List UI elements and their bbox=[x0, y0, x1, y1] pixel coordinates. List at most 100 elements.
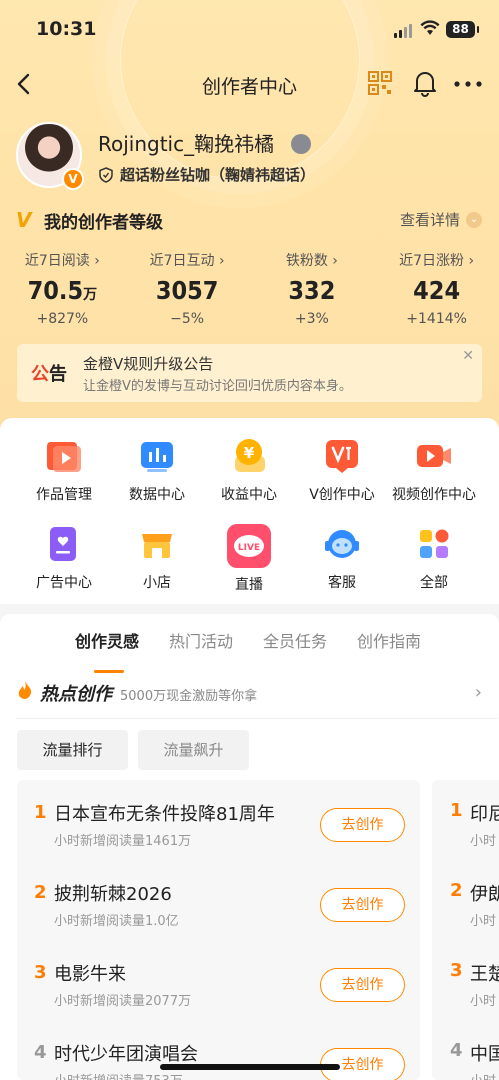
profile-section: V Rojingtic_鞠挽祎橘 超话粉丝钻咖（鞠婧祎超话） bbox=[16, 122, 486, 192]
battery-icon: 88 bbox=[446, 21, 479, 38]
stat-change: −5% bbox=[170, 311, 205, 327]
announcement-tag: 公告 bbox=[31, 364, 67, 385]
stat-new-fans[interactable]: 近7日涨粉 › 424 +1414% bbox=[374, 250, 499, 330]
bar-chart-icon bbox=[137, 436, 177, 476]
tool-label: V创作中心 bbox=[309, 487, 375, 503]
chip-traffic-surge[interactable]: 流量飙升 bbox=[138, 730, 249, 770]
more-icon[interactable] bbox=[452, 72, 484, 96]
topic-title: 披荆斩棘2026 bbox=[54, 884, 172, 905]
user-level-badge-icon bbox=[291, 134, 311, 154]
rank-number: 2 bbox=[450, 880, 463, 901]
topic-title: 电影牛来 bbox=[54, 964, 126, 985]
tools-grid: 作品管理 数据中心 ¥ 收益中心 V创作中心 视频创作中心 广告中心 小店 LI… bbox=[0, 418, 499, 604]
tool-shop[interactable]: 小店 bbox=[107, 524, 207, 592]
tab-hot-events[interactable]: 热门活动 bbox=[169, 628, 233, 652]
tab-indicator bbox=[94, 670, 124, 673]
tool-label: 作品管理 bbox=[36, 487, 92, 503]
hot-creation-subtitle: 5000万现金激励等你拿 bbox=[120, 689, 258, 704]
fire-icon bbox=[18, 681, 32, 699]
tool-live[interactable]: LIVE 直播 bbox=[199, 524, 299, 594]
topic-title: 印尼 bbox=[470, 804, 499, 825]
topic-title: 王楚 bbox=[470, 964, 499, 985]
view-details-label: 查看详情 bbox=[399, 211, 460, 229]
stat-change: +827% bbox=[36, 311, 89, 327]
chip-traffic-ranking[interactable]: 流量排行 bbox=[17, 730, 128, 770]
ranking-list: 1 日本宣布无条件投降81周年 小时新增阅读量1461万 去创作 2 披荆斩棘2… bbox=[17, 780, 420, 1080]
stat-label: 铁粉数 › bbox=[285, 253, 338, 269]
shop-icon bbox=[137, 524, 177, 564]
stat-change: +1414% bbox=[406, 311, 467, 327]
tab-creator-guide[interactable]: 创作指南 bbox=[357, 628, 421, 652]
list-item[interactable]: 3 电影牛来 小时新增阅读量2077万 去创作 bbox=[17, 948, 420, 1018]
stat-reads[interactable]: 近7日阅读 › 70.5万 +827% bbox=[0, 250, 125, 330]
list-item[interactable]: 2 披荆斩棘2026 小时新增阅读量1.0亿 去创作 bbox=[17, 868, 420, 938]
tool-video-creator-center[interactable]: 视频创作中心 bbox=[384, 436, 484, 504]
go-create-button[interactable]: 去创作 bbox=[320, 888, 405, 922]
hot-creation-title: 热点创作 bbox=[40, 684, 112, 705]
bell-icon[interactable] bbox=[412, 69, 438, 97]
ranking-list-next: 1 印尼 小时 2 伊朗 小时 3 王楚 小时 4 中国 小时 bbox=[432, 780, 499, 1080]
shield-icon bbox=[99, 166, 113, 183]
chevron-down-icon: ⌄ bbox=[466, 211, 482, 228]
topic-title: 时代少年团演唱会 bbox=[54, 1044, 198, 1065]
status-bar: 10:31 88 bbox=[0, 0, 499, 60]
ad-icon bbox=[44, 524, 84, 564]
stat-iron-fans[interactable]: 铁粉数 › 332 +3% bbox=[250, 250, 375, 330]
topic-stat: 小时 bbox=[470, 834, 497, 849]
announcement-title: 金橙V规则升级公告 bbox=[83, 355, 214, 373]
tool-label: 小店 bbox=[143, 575, 171, 591]
stat-value: 424 bbox=[413, 276, 461, 305]
signal-icon bbox=[394, 24, 412, 38]
topic-stat: 小时 bbox=[470, 914, 497, 929]
live-icon: LIVE bbox=[227, 524, 271, 568]
stat-interactions[interactable]: 近7日互动 › 3057 −5% bbox=[125, 250, 250, 330]
username[interactable]: Rojingtic_鞠挽祎橘 bbox=[98, 128, 274, 157]
coin-icon: ¥ bbox=[229, 436, 269, 476]
tool-label: 客服 bbox=[328, 575, 356, 591]
rank-number: 4 bbox=[450, 1040, 463, 1061]
tool-works-management[interactable]: 作品管理 bbox=[14, 436, 114, 504]
svg-text:LIVE: LIVE bbox=[238, 543, 260, 553]
list-item[interactable]: 1 日本宣布无条件投降81周年 小时新增阅读量1461万 去创作 bbox=[17, 788, 420, 858]
tool-all[interactable]: 全部 bbox=[384, 524, 484, 592]
fan-badge[interactable]: 超话粉丝钻咖（鞠婧祎超话） bbox=[98, 164, 315, 185]
list-item[interactable]: 4 时代少年团演唱会 小时新增阅读量753万 去创作 bbox=[17, 1028, 420, 1080]
stat-label: 近7日阅读 › bbox=[24, 253, 100, 269]
tool-customer-service[interactable]: 客服 bbox=[292, 524, 392, 592]
stat-value: 70.5万 bbox=[27, 276, 98, 305]
status-time: 10:31 bbox=[36, 18, 97, 40]
tool-revenue-center[interactable]: ¥ 收益中心 bbox=[199, 436, 299, 504]
v-create-icon bbox=[322, 436, 362, 476]
wifi-icon bbox=[420, 20, 440, 35]
svg-text:¥: ¥ bbox=[244, 444, 255, 462]
go-create-button[interactable]: 去创作 bbox=[320, 808, 405, 842]
tool-label: 广告中心 bbox=[36, 575, 92, 591]
tab-all-tasks[interactable]: 全员任务 bbox=[263, 628, 327, 652]
announcement-banner[interactable]: 公告 金橙V规则升级公告 让金橙V的发博与互动讨论回归优质内容本身。 ✕ bbox=[17, 344, 482, 402]
rank-number: 3 bbox=[450, 960, 463, 981]
topic-stat: 小时新增阅读量753万 bbox=[54, 1070, 183, 1080]
go-create-button[interactable]: 去创作 bbox=[320, 968, 405, 1002]
tool-v-creator-center[interactable]: V创作中心 bbox=[292, 436, 392, 504]
stat-change: +3% bbox=[294, 311, 329, 327]
tool-data-center[interactable]: 数据中心 bbox=[107, 436, 207, 504]
topic-stat: 小时新增阅读量1461万 bbox=[54, 834, 192, 849]
nav-bar: 创作者中心 bbox=[0, 62, 499, 106]
tab-creative-inspiration[interactable]: 创作灵感 bbox=[75, 628, 139, 652]
rank-number: 2 bbox=[34, 882, 47, 903]
tool-label: 直播 bbox=[235, 577, 263, 593]
close-icon[interactable]: ✕ bbox=[462, 348, 474, 364]
level-v-icon: V bbox=[16, 208, 32, 232]
stat-value: 3057 bbox=[155, 276, 219, 305]
home-indicator bbox=[160, 1064, 340, 1070]
rank-number: 1 bbox=[34, 802, 47, 823]
tool-label: 收益中心 bbox=[221, 487, 277, 503]
tool-ad-center[interactable]: 广告中心 bbox=[14, 524, 114, 592]
view-details-link[interactable]: 查看详情 ⌄ bbox=[400, 209, 482, 230]
hot-creation-header[interactable]: 热点创作 5000万现金激励等你拿 › bbox=[16, 680, 486, 720]
level-title: 我的创作者等级 bbox=[44, 213, 163, 233]
content-card: 创作灵感 热门活动 全员任务 创作指南 热点创作 5000万现金激励等你拿 › … bbox=[0, 614, 499, 1080]
qr-code-icon[interactable] bbox=[367, 70, 393, 96]
stat-value: 332 bbox=[288, 276, 336, 305]
tab-bar: 创作灵感 热门活动 全员任务 创作指南 bbox=[0, 628, 499, 673]
